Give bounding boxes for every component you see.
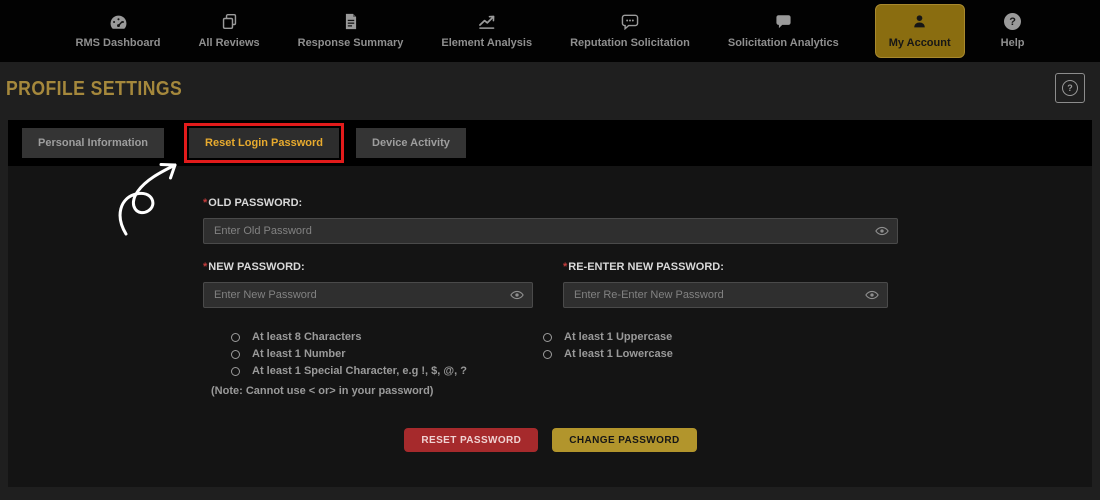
old-password-field-wrap xyxy=(203,218,898,244)
nav-label: All Reviews xyxy=(198,37,260,49)
unchecked-circle-icon xyxy=(231,332,240,342)
unchecked-circle-icon xyxy=(231,366,240,376)
copy-icon xyxy=(221,13,238,30)
reset-password-button[interactable]: RESET PASSWORD xyxy=(404,428,539,452)
tab-device-activity[interactable]: Device Activity xyxy=(356,128,466,158)
requirement-item: At least 1 Lowercase xyxy=(543,348,673,360)
nav-label: My Account xyxy=(888,37,951,49)
annotation-highlight-box: Reset Login Password xyxy=(184,123,345,163)
requirement-item: At least 1 Number xyxy=(231,348,543,360)
annotation-arrow xyxy=(118,163,177,236)
form-actions: RESET PASSWORD CHANGE PASSWORD xyxy=(203,428,898,452)
tab-bar: Personal Information Reset Login Passwor… xyxy=(8,120,1092,166)
nav-label: Solicitation Analytics xyxy=(727,37,839,49)
nav-label: RMS Dashboard xyxy=(75,37,161,49)
change-password-button[interactable]: CHANGE PASSWORD xyxy=(552,428,697,452)
profile-settings-panel: Personal Information Reset Login Passwor… xyxy=(8,120,1092,487)
password-note: (Note: Cannot use < or> in your password… xyxy=(211,385,434,397)
nav-item-solicitation-analytics[interactable]: Solicitation Analytics xyxy=(726,5,841,57)
question-icon: ? xyxy=(1062,80,1078,96)
required-marker: * xyxy=(203,261,208,273)
tab-personal-information[interactable]: Personal Information xyxy=(22,128,165,158)
unchecked-circle-icon xyxy=(543,332,552,342)
nav-item-element-analysis[interactable]: Element Analysis xyxy=(439,5,534,57)
page-help-button[interactable]: ? xyxy=(1055,73,1085,103)
nav-item-all-reviews[interactable]: All Reviews xyxy=(196,5,261,57)
nav-label: Help xyxy=(1000,37,1025,49)
old-password-input[interactable] xyxy=(203,218,898,244)
new-password-column: *NEW PASSWORD: xyxy=(203,261,533,308)
document-icon xyxy=(344,13,358,30)
new-password-field-wrap xyxy=(203,282,533,308)
new-password-input[interactable] xyxy=(203,282,533,308)
gauge-icon xyxy=(109,13,128,30)
nav-item-my-account[interactable]: My Account xyxy=(874,4,965,58)
nav-item-help[interactable]: ? Help xyxy=(999,5,1027,57)
eye-icon[interactable] xyxy=(865,290,879,300)
nav-label: Element Analysis xyxy=(441,37,533,49)
chat-dots-icon xyxy=(621,13,639,30)
requirement-item: At least 1 Special Character, e.g !, $, … xyxy=(231,365,543,377)
nav-item-reputation-solicitation[interactable]: Reputation Solicitation xyxy=(568,5,692,57)
help-icon: ? xyxy=(1004,13,1022,30)
nav-label: Response Summary xyxy=(297,37,404,49)
required-marker: * xyxy=(203,197,208,209)
requirement-item: At least 1 Uppercase xyxy=(543,331,673,343)
required-marker: * xyxy=(563,261,568,273)
user-icon xyxy=(912,13,927,30)
tab-reset-login-password[interactable]: Reset Login Password xyxy=(189,128,340,158)
reenter-password-input[interactable] xyxy=(563,282,888,308)
requirement-item: At least 8 Characters xyxy=(231,331,543,343)
old-password-label: *OLD PASSWORD: xyxy=(203,197,303,209)
reenter-password-label: *RE-ENTER NEW PASSWORD: xyxy=(563,261,724,273)
new-password-label: *NEW PASSWORD: xyxy=(203,261,305,273)
reset-password-form: *OLD PASSWORD: *NEW PASSWORD: xyxy=(203,190,898,452)
nav-label: Reputation Solicitation xyxy=(570,37,690,49)
nav-item-rms-dashboard[interactable]: RMS Dashboard xyxy=(74,5,163,57)
eye-icon[interactable] xyxy=(875,226,889,236)
reenter-password-field-wrap xyxy=(563,282,888,308)
page-title: PROFILE SETTINGS xyxy=(6,78,183,100)
line-chart-icon xyxy=(478,13,496,30)
top-navbar: RMS Dashboard All Reviews Response Summa… xyxy=(0,0,1100,62)
unchecked-circle-icon xyxy=(231,349,240,359)
password-requirements: At least 8 Characters At least 1 Number … xyxy=(203,331,898,382)
eye-icon[interactable] xyxy=(510,290,524,300)
reenter-password-column: *RE-ENTER NEW PASSWORD: xyxy=(563,261,888,308)
chat-icon xyxy=(775,13,792,30)
nav-item-response-summary[interactable]: Response Summary xyxy=(296,5,406,57)
unchecked-circle-icon xyxy=(543,349,552,359)
